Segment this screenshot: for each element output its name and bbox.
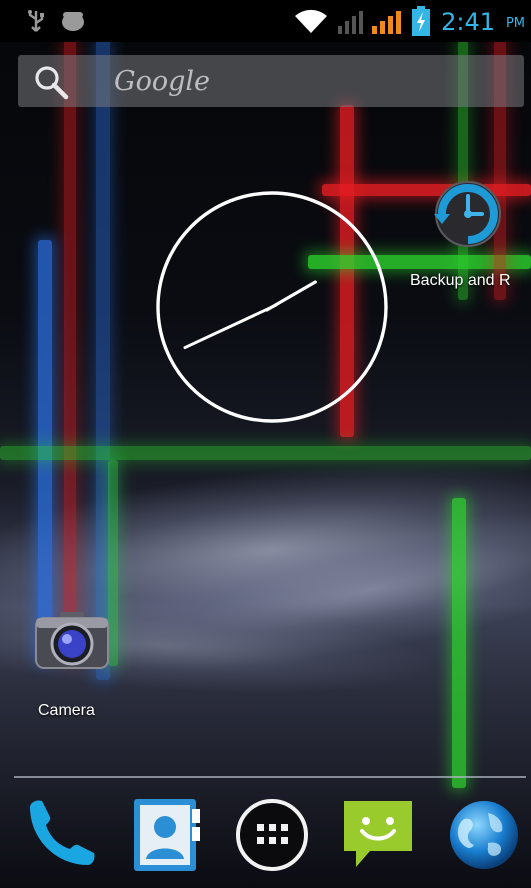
google-search-bar[interactable]: Google: [18, 55, 524, 107]
dock-phone[interactable]: [20, 795, 100, 875]
status-ampm: PM: [505, 16, 525, 31]
search-icon: [32, 64, 76, 104]
usb-icon: [26, 9, 46, 37]
browser-globe-icon: [444, 801, 524, 879]
backup-clock-icon: [430, 176, 506, 252]
dock-messaging[interactable]: [338, 795, 418, 875]
dock-browser[interactable]: [444, 795, 524, 875]
dock-app-drawer[interactable]: [232, 795, 312, 875]
messaging-icon: [338, 801, 418, 879]
search-label: Google: [114, 66, 210, 97]
battery-charging-icon: [412, 6, 430, 40]
app-label-backup: Backup and R: [410, 272, 511, 289]
status-bar[interactable]: 2:41 PM: [0, 0, 531, 42]
status-time: 2:41: [441, 8, 495, 36]
camera-icon: [34, 606, 110, 682]
wifi-icon: [294, 8, 328, 38]
signal-icon-1: [336, 10, 366, 38]
app-camera[interactable]: Camera: [26, 606, 122, 719]
dock-contacts[interactable]: [126, 795, 206, 875]
clock-minute-hand: [183, 303, 278, 350]
phone-icon: [20, 800, 100, 879]
dock-divider: [14, 776, 526, 778]
analog-clock-widget[interactable]: [154, 189, 390, 425]
android-notification-icon: [60, 10, 86, 36]
app-backup-and-restore[interactable]: Backup and R: [404, 176, 531, 289]
signal-icon-2: [370, 10, 402, 38]
contacts-icon: [126, 799, 206, 879]
home-screen: 2:41 PM Google Backup and R Camera: [0, 0, 531, 888]
app-label-camera: Camera: [38, 702, 95, 719]
app-drawer-icon: [232, 799, 312, 879]
